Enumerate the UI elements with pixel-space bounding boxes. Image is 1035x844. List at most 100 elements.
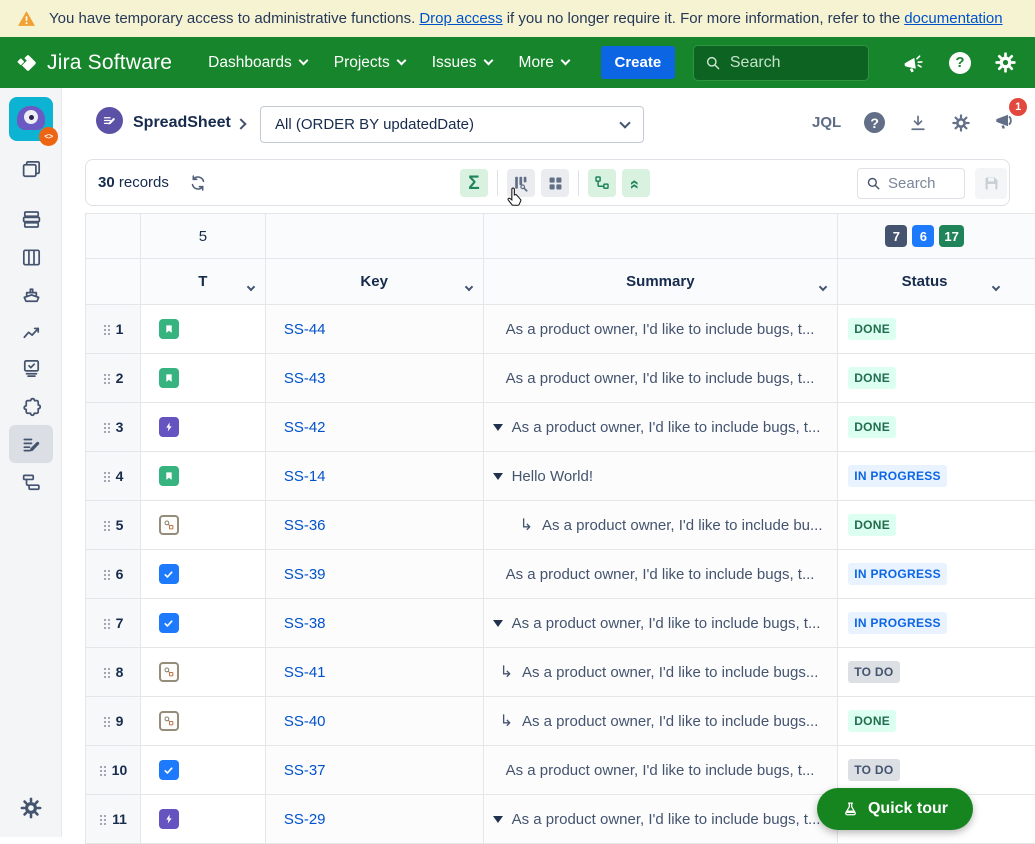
issue-key-link[interactable]: SS-36 bbox=[284, 517, 326, 534]
help-icon-gray[interactable]: ? bbox=[864, 112, 886, 133]
collapse-all-button[interactable]: « bbox=[622, 169, 650, 197]
issue-key-link[interactable]: SS-41 bbox=[284, 664, 326, 681]
drag-handle[interactable] bbox=[102, 715, 110, 727]
sidebar-item-addons[interactable] bbox=[9, 388, 53, 426]
type-cell[interactable] bbox=[140, 599, 266, 648]
drag-handle[interactable] bbox=[102, 372, 110, 384]
type-cell[interactable] bbox=[140, 452, 266, 501]
navbar-search-input[interactable]: Search bbox=[692, 44, 869, 81]
issue-key-link[interactable]: SS-42 bbox=[284, 419, 326, 436]
columns-button[interactable] bbox=[507, 169, 535, 197]
nav-menu-projects[interactable]: Projects bbox=[334, 54, 407, 72]
status-cell[interactable]: DONE bbox=[838, 305, 1035, 354]
column-header-key[interactable]: Key bbox=[265, 259, 484, 305]
summary-cell[interactable]: As a product owner, I'd like to include … bbox=[483, 550, 839, 599]
summary-cell[interactable]: As a product owner, I'd like to include … bbox=[483, 354, 839, 403]
sidebar-item-issues[interactable] bbox=[9, 349, 53, 387]
help-icon[interactable]: ? bbox=[949, 51, 971, 74]
summary-cell[interactable]: As a product owner, I'd like to include … bbox=[483, 305, 839, 354]
sidebar-item-queues[interactable] bbox=[9, 150, 53, 188]
expand-toggle-icon[interactable] bbox=[492, 472, 503, 480]
issue-key-link[interactable]: SS-29 bbox=[284, 811, 326, 828]
drag-handle[interactable] bbox=[102, 568, 110, 580]
drag-handle[interactable] bbox=[102, 666, 110, 678]
project-avatar[interactable]: <> bbox=[9, 97, 58, 146]
status-cell[interactable]: DONE bbox=[838, 501, 1035, 550]
project-settings-gear-icon[interactable] bbox=[9, 789, 53, 827]
summary-cell[interactable]: Hello World! bbox=[483, 452, 839, 501]
drag-handle[interactable] bbox=[102, 617, 110, 629]
issue-key-link[interactable]: SS-44 bbox=[284, 321, 326, 338]
whats-new-megaphone-icon[interactable]: 1 bbox=[994, 98, 1028, 137]
refresh-icon[interactable] bbox=[188, 173, 208, 193]
summary-cell[interactable]: ↳ As a product owner, I'd like to include… bbox=[483, 501, 839, 550]
drag-handle[interactable] bbox=[102, 519, 110, 531]
type-cell[interactable] bbox=[140, 550, 266, 599]
summary-cell[interactable]: ↳ As a product owner, I'd like to include… bbox=[483, 648, 839, 697]
nav-menu-dashboards[interactable]: Dashboards bbox=[208, 54, 309, 72]
status-cell[interactable]: IN PROGRESS bbox=[838, 452, 1035, 501]
drag-handle[interactable] bbox=[102, 421, 110, 433]
column-header-summary[interactable]: Summary bbox=[483, 259, 839, 305]
status-cell[interactable]: DONE bbox=[838, 354, 1035, 403]
drag-handle[interactable] bbox=[98, 764, 106, 776]
tree-button[interactable] bbox=[588, 169, 616, 197]
summary-cell[interactable]: As a product owner, I'd like to include … bbox=[483, 746, 839, 795]
status-cell[interactable]: IN PROGRESS bbox=[838, 550, 1035, 599]
summary-cell[interactable]: ↳ As a product owner, I'd like to include… bbox=[483, 697, 839, 746]
breadcrumb-project-name[interactable]: SpreadSheet bbox=[133, 114, 231, 132]
sidebar-item-spreadsheet[interactable] bbox=[9, 425, 53, 463]
save-button[interactable] bbox=[975, 168, 1007, 199]
drag-handle[interactable] bbox=[102, 323, 110, 335]
sidebar-item-reports[interactable] bbox=[9, 312, 53, 350]
type-cell[interactable] bbox=[140, 403, 266, 452]
sidebar-item-board[interactable] bbox=[9, 238, 53, 276]
documentation-link[interactable]: documentation bbox=[904, 10, 1002, 27]
type-cell[interactable] bbox=[140, 697, 266, 746]
export-download-icon[interactable] bbox=[908, 113, 928, 133]
type-cell[interactable] bbox=[140, 354, 266, 403]
filter-dropdown[interactable]: All (ORDER BY updatedDate) bbox=[260, 106, 644, 143]
column-header-t[interactable]: T bbox=[140, 259, 266, 305]
summary-cell[interactable]: As a product owner, I'd like to include … bbox=[483, 599, 839, 648]
status-cell[interactable]: TO DO bbox=[838, 648, 1035, 697]
issue-key-link[interactable]: SS-43 bbox=[284, 370, 326, 387]
type-cell[interactable] bbox=[140, 501, 266, 550]
sidebar-item-backlog[interactable] bbox=[9, 200, 53, 238]
type-cell[interactable] bbox=[140, 305, 266, 354]
drag-handle[interactable] bbox=[99, 813, 107, 825]
drag-handle[interactable] bbox=[102, 470, 110, 482]
issue-key-link[interactable]: SS-14 bbox=[284, 468, 326, 485]
create-button[interactable]: Create bbox=[600, 46, 675, 79]
issue-key-link[interactable]: SS-38 bbox=[284, 615, 326, 632]
column-header-status[interactable]: Status bbox=[838, 259, 1035, 305]
type-cell[interactable] bbox=[140, 648, 266, 697]
sidebar-item-releases[interactable] bbox=[9, 275, 53, 313]
nav-menu-more[interactable]: More bbox=[519, 54, 571, 72]
announcements-icon[interactable] bbox=[900, 49, 927, 76]
summary-cell[interactable]: As a product owner, I'd like to include … bbox=[483, 403, 839, 452]
jira-logo[interactable]: Jira Software bbox=[16, 51, 172, 75]
drop-access-link[interactable]: Drop access bbox=[419, 10, 502, 27]
spreadsheet-app-avatar[interactable] bbox=[96, 107, 123, 134]
issue-key-link[interactable]: SS-37 bbox=[284, 762, 326, 779]
status-cell[interactable]: DONE bbox=[838, 697, 1035, 746]
quick-tour-button[interactable]: Quick tour bbox=[817, 788, 973, 830]
view-settings-gear-icon[interactable] bbox=[951, 113, 971, 133]
jql-button[interactable]: JQL bbox=[812, 114, 841, 131]
sidebar-item-gantt[interactable] bbox=[9, 463, 53, 501]
status-cell[interactable]: DONE bbox=[838, 403, 1035, 452]
table-search-input[interactable]: Search bbox=[857, 168, 965, 199]
issue-key-link[interactable]: SS-39 bbox=[284, 566, 326, 583]
nav-menu-issues[interactable]: Issues bbox=[432, 54, 493, 72]
settings-gear-icon[interactable] bbox=[994, 51, 1017, 74]
expand-toggle-icon[interactable] bbox=[492, 619, 503, 627]
type-cell[interactable] bbox=[140, 746, 266, 795]
expand-toggle-icon[interactable] bbox=[492, 423, 503, 431]
issue-key-link[interactable]: SS-40 bbox=[284, 713, 326, 730]
grid-view-button[interactable] bbox=[541, 169, 569, 197]
expand-toggle-icon[interactable] bbox=[492, 815, 503, 823]
sum-button[interactable]: Σ bbox=[460, 169, 488, 197]
status-cell[interactable]: IN PROGRESS bbox=[838, 599, 1035, 648]
column-header-label: T bbox=[198, 273, 208, 290]
